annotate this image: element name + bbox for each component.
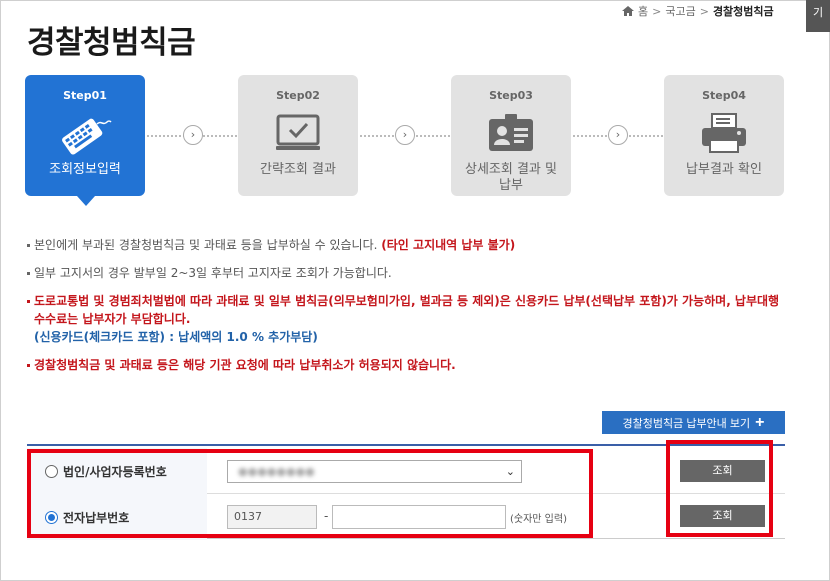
notice-fee-info: (신용카드(체크카드 포함) : 납세액의 1.0 % 추가부담) (34, 330, 318, 344)
step-4: Step04 납부결과 확인 (664, 75, 784, 196)
plus-icon: + (755, 413, 765, 431)
step-number: Step04 (702, 89, 746, 102)
keyboard-icon (57, 112, 113, 156)
step-label: 상세조회 결과 및 납부 (465, 162, 557, 193)
active-step-pointer (77, 196, 95, 206)
breadcrumb-separator: > (652, 4, 662, 18)
step-number: Step02 (276, 89, 320, 102)
chevron-right-icon: › (395, 125, 415, 145)
highlight-box-buttons (666, 440, 773, 537)
notice-item: 일부 고지서의 경우 발부일 2~3일 후부터 고지자로 조회가 가능합니다. (27, 264, 787, 282)
step-label: 간략조회 결과 (260, 162, 336, 177)
home-icon[interactable] (622, 6, 634, 16)
notice-text: 경찰청범칙금 및 과태료 등은 해당 기관 요청에 따라 납부취소가 허용되지 … (34, 358, 456, 372)
notice-item: 경찰청범칙금 및 과태료 등은 해당 기관 요청에 따라 납부취소가 허용되지 … (27, 356, 787, 374)
payment-guide-button[interactable]: 경찰청범칙금 납부안내 보기 + (602, 411, 785, 434)
notice-item: 본인에게 부과된 경찰청범칙금 및 과태료 등을 납부하실 수 있습니다. (타… (27, 236, 787, 254)
breadcrumb-separator: > (699, 4, 709, 18)
chevron-right-icon: › (183, 125, 203, 145)
notice-text: 일부 고지서의 경우 발부일 2~3일 후부터 고지자로 조회가 가능합니다. (34, 266, 392, 280)
step-1: Step01 조회정보입력 (25, 75, 145, 206)
notice-list: 본인에게 부과된 경찰청범칙금 및 과태료 등을 납부하실 수 있습니다. (타… (27, 236, 787, 384)
step-label: 납부결과 확인 (686, 162, 762, 177)
breadcrumb-home[interactable]: 홈 (638, 3, 648, 19)
breadcrumb: 홈 > 국고금 > 경찰청범칙금 (622, 3, 774, 19)
step-3: Step03 상세조회 결과 및 납부 (451, 75, 571, 196)
notice-text: 도로교통법 및 경범죄처벌법에 따라 과태료 및 일부 범칙금(의무보험미가입,… (34, 294, 780, 326)
chevron-right-icon: › (608, 125, 628, 145)
payment-guide-label: 경찰청범칙금 납부안내 보기 (622, 417, 751, 430)
step-number: Step01 (63, 89, 107, 102)
step-number: Step03 (489, 89, 533, 102)
side-tab[interactable]: 기 (806, 0, 830, 32)
notice-warning: (타인 고지내역 납부 불가) (381, 238, 516, 252)
printer-icon (696, 112, 752, 156)
id-card-icon (483, 112, 539, 156)
step-progress: Step01 조회정보입력 › Step02 간략조회 결과 › Step03 … (25, 75, 785, 206)
breadcrumb-parent[interactable]: 국고금 (665, 3, 695, 19)
step-2: Step02 간략조회 결과 (238, 75, 358, 196)
monitor-icon (270, 112, 326, 156)
highlight-box-inputs (27, 449, 593, 538)
breadcrumb-current: 경찰청범칙금 (712, 5, 774, 18)
notice-item: 도로교통법 및 경범죄처벌법에 따라 과태료 및 일부 범칙금(의무보험미가입,… (27, 292, 787, 346)
step-label: 조회정보입력 (49, 162, 121, 177)
notice-text: 본인에게 부과된 경찰청범칙금 및 과태료 등을 납부하실 수 있습니다. (34, 238, 382, 252)
page-title: 경찰청범칙금 (27, 25, 196, 61)
